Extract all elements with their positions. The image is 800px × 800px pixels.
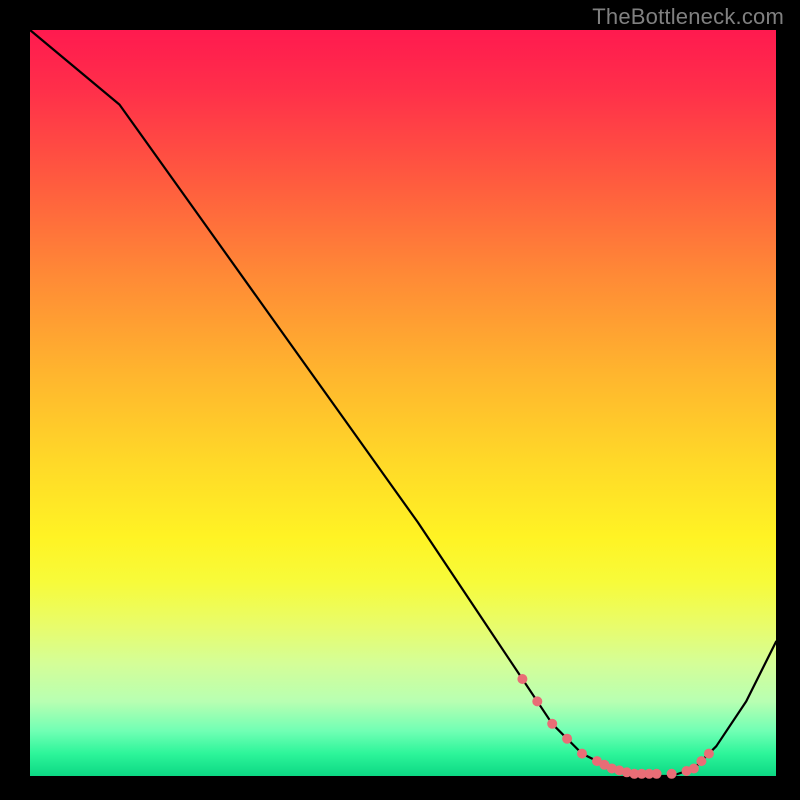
marker-dot [517, 674, 527, 684]
marker-dot [547, 719, 557, 729]
marker-dot [652, 769, 662, 779]
marker-dot [562, 734, 572, 744]
marker-dot [689, 764, 699, 774]
chart-frame: TheBottleneck.com [0, 0, 800, 800]
flat-region-markers [517, 674, 714, 779]
marker-dot [577, 749, 587, 759]
marker-dot [532, 696, 542, 706]
plot-area [30, 30, 776, 776]
watermark-text: TheBottleneck.com [592, 4, 784, 30]
marker-dot [667, 769, 677, 779]
marker-dot [696, 756, 706, 766]
bottleneck-curve [30, 30, 776, 776]
plot-svg [30, 30, 776, 776]
marker-dot [704, 749, 714, 759]
